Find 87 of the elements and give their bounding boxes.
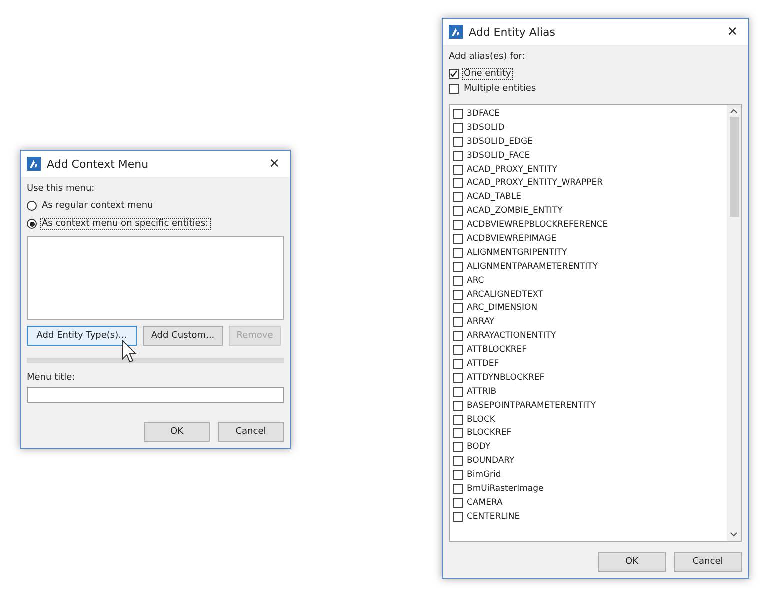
ok-button[interactable]: OK	[598, 552, 666, 572]
entity-name[interactable]: BimGrid	[467, 470, 502, 480]
checkbox[interactable]	[453, 290, 463, 300]
checkbox[interactable]	[453, 108, 463, 119]
entity-name[interactable]: BODY	[467, 442, 491, 452]
cancel-button[interactable]: Cancel	[674, 552, 742, 572]
entity-name[interactable]: BLOCK	[467, 414, 496, 425]
entity-name[interactable]: ACAD_PROXY_ENTITY_WRAPPER	[467, 178, 604, 188]
checkbox[interactable]	[453, 317, 463, 328]
checkbox[interactable]	[453, 345, 463, 356]
checkbox[interactable]	[453, 220, 463, 230]
entity-name[interactable]: 3DSOLID	[467, 122, 505, 133]
checkbox[interactable]	[453, 276, 463, 286]
scrollbar[interactable]	[727, 105, 741, 541]
entity-name[interactable]: ACAD_PROXY_ENTITY	[467, 164, 558, 174]
checkbox[interactable]	[453, 234, 463, 244]
entity-name[interactable]: ALIGNMENTPARAMETERENTITY	[467, 262, 598, 272]
section-label: Add alias(es) for:	[449, 52, 526, 62]
app-logo-icon	[449, 25, 463, 39]
checkbox[interactable]	[449, 69, 459, 79]
checkbox[interactable]	[453, 470, 463, 480]
option-label[interactable]: Multiple entities	[462, 83, 538, 95]
checkbox[interactable]	[453, 331, 463, 342]
checkbox[interactable]	[453, 358, 463, 369]
entity-name[interactable]: BASEPOINTPARAMETERENTITY	[467, 400, 596, 411]
entity-name[interactable]: BLOCKREF	[467, 428, 512, 438]
option-label[interactable]: One entity	[462, 68, 514, 80]
entity-name[interactable]: ARC	[467, 276, 484, 286]
radio-button[interactable]	[27, 201, 37, 211]
checkbox[interactable]	[453, 262, 463, 272]
checkbox[interactable]	[453, 303, 463, 314]
checkbox[interactable]	[453, 150, 463, 161]
entity-name[interactable]: CAMERA	[467, 498, 503, 508]
entity-name[interactable]: 3DSOLID_FACE	[467, 150, 530, 161]
checkbox[interactable]	[453, 206, 463, 216]
checkbox[interactable]	[453, 428, 463, 438]
entity-name[interactable]: BOUNDARY	[467, 456, 515, 466]
entity-name[interactable]: CENTERLINE	[467, 512, 520, 522]
checkbox[interactable]	[453, 192, 463, 202]
scrollbar-thumb[interactable]	[730, 117, 738, 217]
checkbox[interactable]	[453, 456, 463, 466]
entity-name[interactable]: ARCALIGNEDTEXT	[467, 290, 544, 300]
entity-name[interactable]: 3DSOLID_EDGE	[467, 136, 533, 147]
checkbox[interactable]	[453, 484, 463, 494]
entity-name[interactable]: BmUiRasterImage	[467, 484, 544, 494]
close-button[interactable]: ✕	[265, 156, 284, 172]
window-title: Add Entity Alias	[469, 26, 557, 38]
checkbox[interactable]	[453, 498, 463, 508]
checkbox[interactable]	[453, 248, 463, 258]
action-button[interactable]: Add Entity Type(s)...	[27, 326, 137, 346]
radio-button[interactable]	[27, 219, 37, 229]
checkbox[interactable]	[453, 164, 463, 174]
entity-name[interactable]: ACAD_ZOMBIE_ENTITY	[467, 206, 563, 216]
entity-name[interactable]: ACAD_TABLE	[467, 192, 522, 202]
mouse-pointer-icon	[122, 340, 138, 364]
checkbox[interactable]	[453, 400, 463, 411]
entity-name[interactable]: ATTRIB	[467, 386, 497, 397]
entity-name[interactable]: ALIGNMENTGRIPENTITY	[467, 248, 568, 258]
window-title: Add Context Menu	[47, 158, 150, 170]
menu-title-field[interactable]	[27, 387, 284, 403]
action-button[interactable]: Add Custom...	[143, 326, 223, 346]
entity-name[interactable]: ATTDEF	[467, 358, 500, 369]
checkbox[interactable]	[453, 136, 463, 147]
ok-button[interactable]: OK	[144, 422, 210, 442]
close-button[interactable]: ✕	[723, 24, 742, 40]
checkbox[interactable]	[453, 178, 463, 188]
entity-name[interactable]: 3DFACE	[467, 108, 500, 119]
section-label: Use this menu:	[27, 184, 96, 194]
checkbox[interactable]	[453, 386, 463, 397]
checkbox[interactable]	[453, 512, 463, 522]
checkbox[interactable]	[449, 84, 459, 94]
option-label[interactable]: As regular context menu	[40, 200, 156, 212]
entity-name[interactable]: ACDBVIEWREPIMAGE	[467, 234, 557, 244]
app-logo-icon	[27, 157, 41, 171]
checkbox[interactable]	[453, 372, 463, 383]
entity-name[interactable]: ARRAYACTIONENTITY	[467, 331, 556, 342]
checkbox[interactable]	[453, 414, 463, 425]
checkbox[interactable]	[453, 122, 463, 133]
entity-name[interactable]: ACDBVIEWREPBLOCKREFERENCE	[467, 220, 608, 230]
option-label[interactable]: As context menu on specific entities:	[40, 218, 211, 230]
entity-name[interactable]: ARRAY	[467, 317, 495, 328]
entity-name[interactable]: ATTDYNBLOCKREF	[467, 372, 545, 383]
field-label: Menu title:	[27, 373, 76, 383]
entity-name[interactable]: ATTBLOCKREF	[467, 345, 528, 356]
cancel-button[interactable]: Cancel	[218, 422, 284, 442]
checkbox[interactable]	[453, 442, 463, 452]
entity-name[interactable]: ARC_DIMENSION	[467, 303, 538, 314]
